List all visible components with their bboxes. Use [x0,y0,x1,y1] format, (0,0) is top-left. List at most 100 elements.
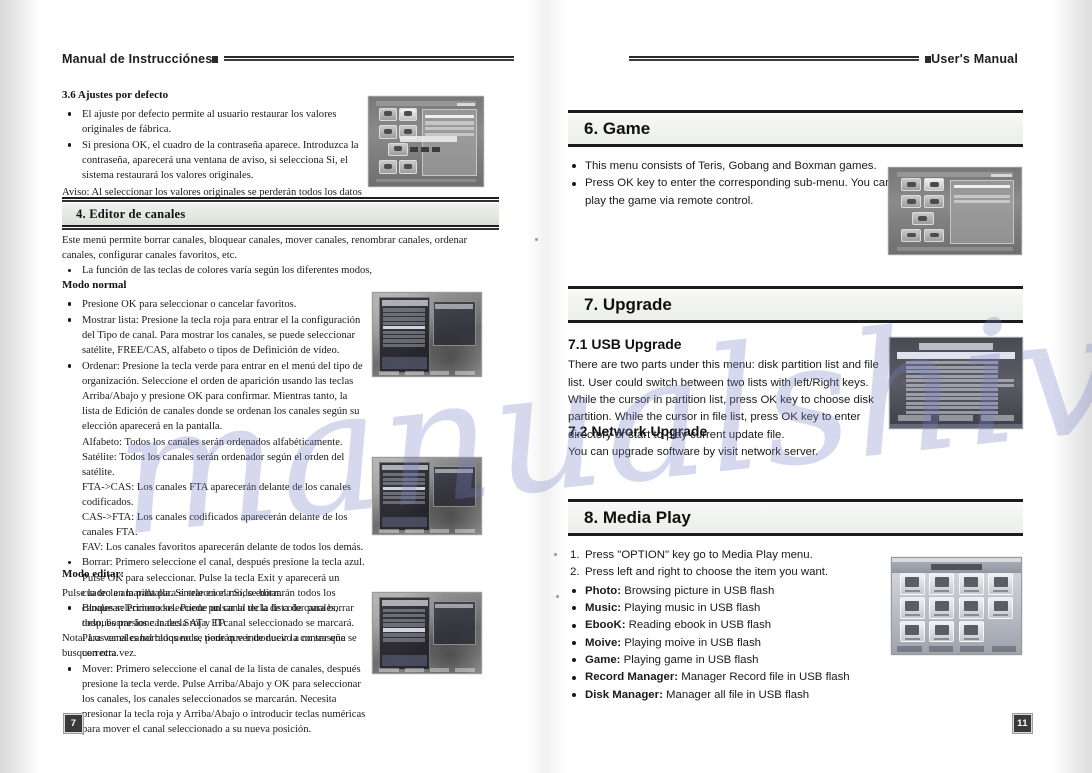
osd-list-header [381,300,428,307]
osd-list-header [381,464,428,471]
left-page-number: 7 [64,714,83,733]
header-rule [629,55,920,63]
section-4-intro: Este menú permite borrar canales, bloque… [62,235,468,262]
band-bottom-rule [568,533,1023,537]
osd-file-row [905,383,1015,387]
osd-color-key [991,646,1016,653]
osd-preview-pane [432,465,476,508]
scanned-manual-spread: Manual de Instrucciónes 3.6 Ajustes por … [0,0,1092,773]
section-8-title: 8. Media Play [584,508,691,527]
osd-password-digit [410,146,418,153]
osd-color-key [980,415,1015,421]
osd-tile-icon-game [923,195,945,209]
figure-game-menu-osd [888,167,1022,255]
figure-media-play-osd [891,557,1022,655]
osd-list-row [382,633,426,637]
osd-list-row [382,477,426,481]
list-item: Bloquear: Primero seleccione un canal de… [62,601,367,661]
osd-tile-icon [911,212,934,226]
osd-default-settings [369,97,483,186]
rule-cap [212,55,219,63]
osd-tile-icon [900,228,922,242]
osd-preview-pane [432,601,476,645]
modo-editar-bullets: Bloquear: Primero seleccione un canal de… [62,601,367,737]
osd-usb-upgrade [890,338,1022,428]
band-bottom-rule [62,225,499,231]
osd-color-key [455,529,475,533]
osd-preview-caption [435,604,473,609]
section-7-2-block: 7.2 Network Upgrade You can upgrade soft… [568,421,898,462]
osd-color-key [960,646,985,653]
figure-default-settings-osd [368,96,484,187]
sort-options-list: Alfabeto: Todos los canales serán ordena… [62,435,367,555]
list-item: Disk Manager: Manager all file in USB fl… [570,687,910,704]
right-page-number: 11 [1013,714,1032,733]
osd-confirm-dialog [382,516,428,528]
item-desc: Manager all file in USB flash [666,688,810,701]
item-term: EbooK: [585,619,626,632]
section-4-title: 4. Editor de canales [76,206,186,221]
header-rule [224,55,515,63]
band-body: 7. Upgrade [568,290,1023,320]
osd-preview-caption [435,304,473,309]
osd-file-row [905,370,999,374]
scan-speck [554,553,557,556]
section-8-band: 8. Media Play [568,499,1023,537]
sort-option: CAS->FTA: Los canales codificados aparec… [82,512,348,539]
osd-tile-icon [388,142,408,157]
osd-list-row [382,638,426,642]
osd-color-key [429,529,450,533]
osd-media-cell-music [929,573,955,595]
osd-panel-row [954,194,1011,198]
osd-tile-icon [399,107,417,122]
osd-tile-icon [900,178,922,192]
item-term: Game: [585,653,621,666]
osd-list-row-selected [382,486,426,490]
step-text: Press "OPTION" key go to Media Play menu… [585,549,813,561]
list-item: Music: Playing music in USB flash [570,600,910,617]
section-4-band: 4. Editor de canales [62,197,499,231]
osd-list-footer [382,654,428,666]
sort-option: Alfabeto: Todos los canales serán ordena… [82,436,343,448]
left-running-head-text: Manual de Instrucciónes [62,52,213,66]
osd-panel-row [954,184,1011,188]
band-bottom-rule [568,320,1023,324]
osd-password-digits [410,146,440,153]
osd-list-header [381,600,428,606]
osd-file-row [905,374,999,378]
list-item: Mover: Primero seleccione el canal de la… [62,662,367,737]
osd-color-key [928,646,953,653]
osd-panel-row [954,200,1011,204]
section-7-band: 7. Upgrade [568,286,1023,324]
osd-corner-label [456,103,476,106]
osd-channel-list-pane [379,297,431,373]
list-item: Moive: Playing moive in USB flash [570,635,910,652]
sort-option: Satélite: Todos los canales serán ordena… [82,451,345,478]
right-running-head-text: User's Manual [931,52,1018,66]
step-text: Press left and right to choose the item … [585,566,829,579]
band-body: 4. Editor de canales [62,203,499,225]
osd-color-key [897,646,922,653]
osd-color-key [939,415,973,421]
sort-option: FAV: Los canales favoritos aparecerán de… [82,542,364,554]
band-body: 6. Game [568,114,1023,144]
left-page: Manual de Instrucciónes 3.6 Ajustes por … [0,0,546,773]
osd-tile-icon [923,178,945,192]
osd-channel-delete [373,458,481,534]
osd-list-row [382,623,426,627]
osd-list-row [382,308,426,312]
osd-media-play [892,558,1021,654]
osd-file-row [905,365,999,369]
osd-status-bar [375,178,477,183]
modo-normal-heading: Modo normal [62,279,127,291]
section-6-band: 6. Game [568,110,1023,148]
osd-color-key [379,667,399,672]
section-3-6-block: 3.6 Ajustes por defecto El ajuste por de… [62,88,362,215]
osd-color-key [455,370,475,375]
osd-list-row [382,613,426,617]
osd-color-key [897,415,932,421]
section-3-6-heading: 3.6 Ajustes por defecto [62,89,169,101]
osd-tile-icon [379,107,397,122]
osd-list-row [382,317,426,321]
section-4-intro-bullets: La función de las teclas de colores varí… [62,263,486,278]
